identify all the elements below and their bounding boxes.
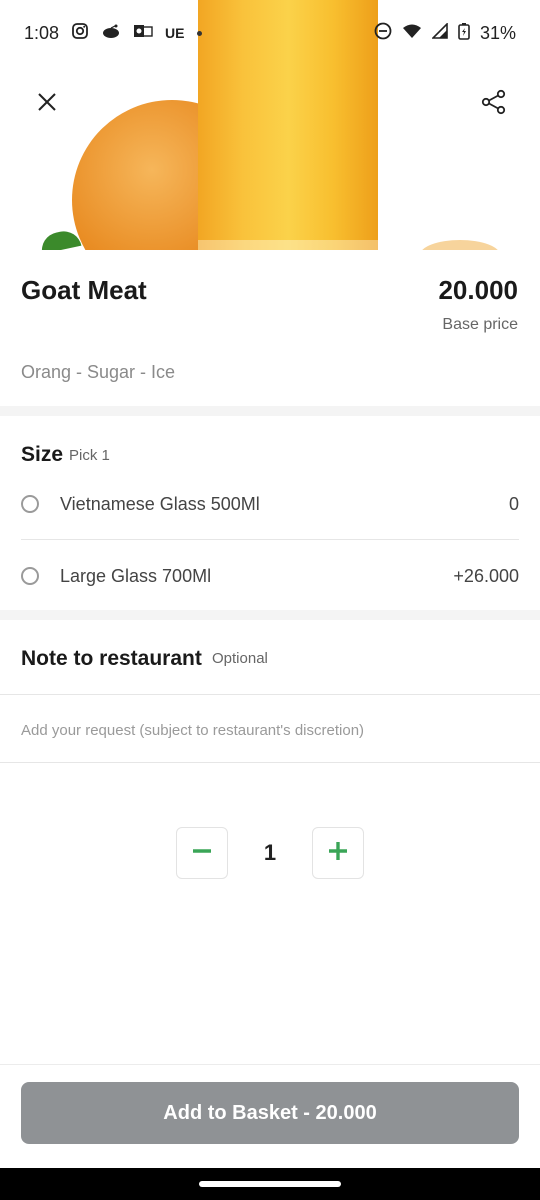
- reddit-icon: [101, 23, 121, 44]
- home-gesture-handle[interactable]: [199, 1181, 341, 1187]
- wifi-icon: [402, 23, 422, 44]
- size-section-title: Size: [21, 443, 64, 466]
- share-icon: [481, 89, 507, 120]
- size-pick-hint: Pick 1: [69, 447, 110, 464]
- product-price: 20.000: [438, 275, 518, 305]
- notification-dot: [196, 30, 202, 36]
- quantity-value: 1: [263, 840, 277, 865]
- note-divider: [0, 694, 540, 695]
- size-option[interactable]: Vietnamese Glass 500Ml 0: [21, 474, 519, 534]
- product-description: Orang - Sugar - Ice: [21, 362, 176, 382]
- radio-button[interactable]: [21, 495, 39, 513]
- note-input[interactable]: [21, 712, 519, 748]
- option-price: 0: [508, 493, 519, 514]
- close-button[interactable]: [25, 82, 69, 126]
- status-time: 1:08: [24, 22, 60, 43]
- close-icon: [37, 92, 57, 117]
- footer-divider: [0, 1064, 540, 1065]
- carrier-label: UE: [165, 25, 185, 41]
- leaf: [38, 228, 82, 250]
- option-label: Vietnamese Glass 500Ml: [60, 493, 260, 514]
- option-label: Large Glass 700Ml: [60, 565, 212, 586]
- battery-icon: [458, 22, 470, 45]
- dnd-icon: [374, 22, 392, 45]
- plus-icon: [327, 840, 349, 867]
- option-price: +26.000: [453, 565, 519, 586]
- add-to-basket-button[interactable]: Add to Basket - 20.000: [21, 1082, 519, 1144]
- share-button[interactable]: [472, 82, 516, 126]
- base-price-caption: Base price: [442, 316, 518, 333]
- battery-percent: 31%: [479, 22, 516, 43]
- option-divider: [21, 539, 519, 540]
- section-divider: [0, 610, 540, 620]
- instagram-icon: [71, 22, 89, 45]
- minus-icon: [191, 840, 213, 867]
- size-option[interactable]: Large Glass 700Ml +26.000: [21, 546, 519, 606]
- note-section-title: Note to restaurant: [21, 647, 202, 670]
- outlook-icon: [133, 23, 153, 44]
- note-divider: [0, 762, 540, 763]
- status-bar: 1:08 UE 31%: [0, 0, 540, 66]
- increase-quantity-button[interactable]: [312, 827, 364, 879]
- radio-button[interactable]: [21, 567, 39, 585]
- note-optional-label: Optional: [212, 650, 268, 667]
- signal-icon: [431, 21, 448, 44]
- section-divider: [0, 406, 540, 416]
- decrease-quantity-button[interactable]: [176, 827, 228, 879]
- product-name: Goat Meat: [21, 275, 147, 305]
